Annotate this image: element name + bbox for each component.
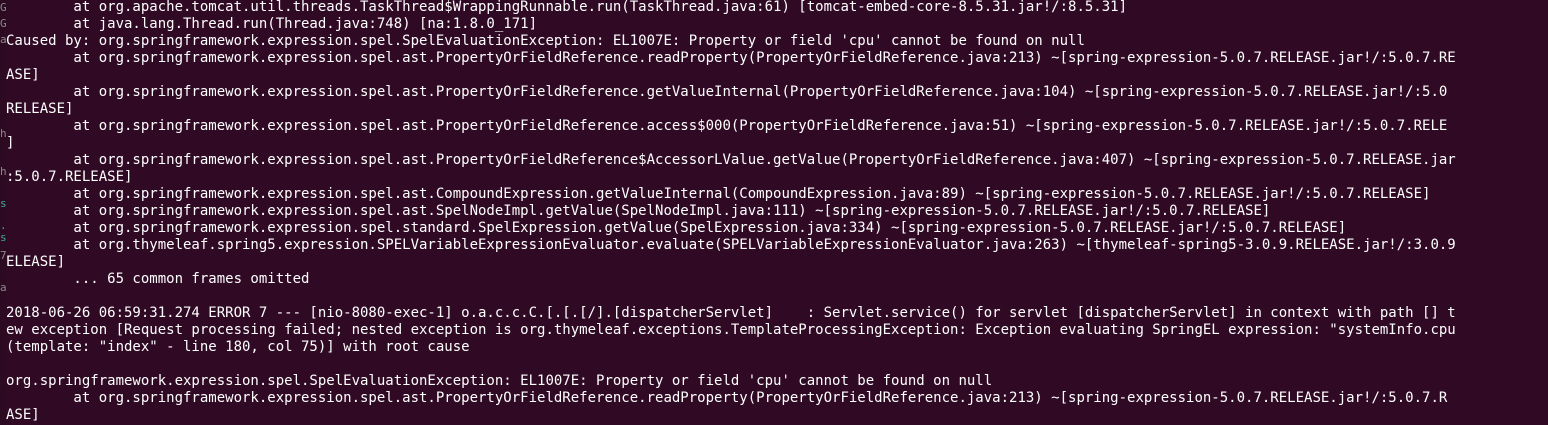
terminal-line: at org.springframework.expression.spel.a… bbox=[6, 118, 1448, 134]
terminal-window[interactable]: G G a h h s . s 7 a at org.apache.tomcat… bbox=[0, 0, 1548, 425]
terminal-line: org.springframework.expression.spel.Spel… bbox=[6, 373, 993, 389]
terminal-line: at org.springframework.expression.spel.a… bbox=[6, 50, 1456, 66]
terminal-line: at org.springframework.expression.spel.s… bbox=[6, 220, 1347, 236]
terminal-line: :5.0.7.RELEASE] bbox=[6, 169, 133, 185]
terminal-line: at org.thymeleaf.spring5.expression.SPEL… bbox=[6, 237, 1456, 253]
terminal-line: at org.springframework.expression.spel.a… bbox=[6, 152, 1456, 168]
terminal-line: RELEASE] bbox=[6, 101, 74, 117]
terminal-line: Caused by: org.springframework.expressio… bbox=[6, 33, 1085, 49]
terminal-line: ] bbox=[6, 135, 15, 151]
terminal-line: at org.apache.tomcat.util.threads.TaskTh… bbox=[6, 0, 1128, 15]
terminal-line: ELEASE] bbox=[6, 254, 66, 270]
terminal-line: at org.springframework.expression.spel.a… bbox=[6, 84, 1448, 100]
terminal-line: ew exception [Request processing failed;… bbox=[6, 322, 1456, 338]
terminal-line: at org.springframework.expression.spel.a… bbox=[6, 390, 1448, 406]
terminal-line: at org.springframework.expression.spel.a… bbox=[6, 203, 1271, 219]
terminal-line: ... 65 common frames omitted bbox=[6, 271, 310, 287]
terminal-line: at java.lang.Thread.run(Thread.java:748)… bbox=[6, 16, 538, 32]
terminal-line: 2018-06-26 06:59:31.274 ERROR 7 --- [nio… bbox=[6, 305, 1456, 321]
terminal-line: (template: "index" - line 180, col 75)] … bbox=[6, 339, 470, 355]
terminal-line: ASE] bbox=[6, 67, 40, 83]
terminal-line: at org.springframework.expression.spel.a… bbox=[6, 186, 1431, 202]
terminal-line: ASE] bbox=[6, 407, 40, 423]
